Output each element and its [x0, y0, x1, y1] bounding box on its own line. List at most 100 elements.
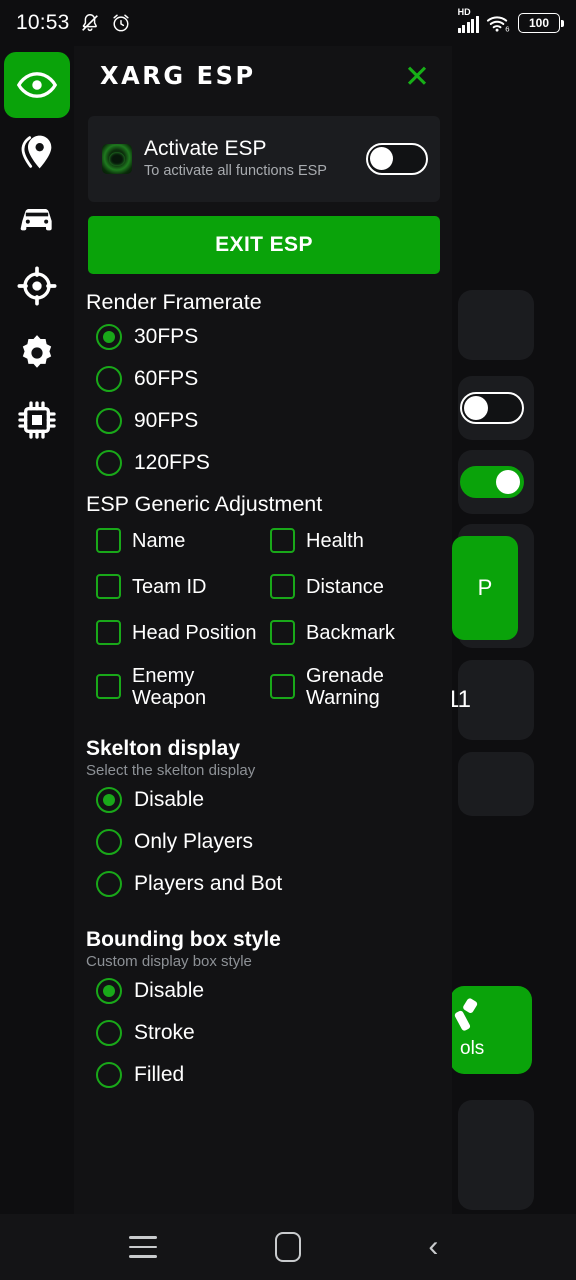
- activate-esp-card[interactable]: Activate ESP To activate all functions E…: [88, 116, 440, 202]
- radio-option-skelton-disable[interactable]: Disable: [86, 779, 438, 821]
- gear-icon: [22, 335, 52, 368]
- status-bar-right: HD 6 100: [457, 7, 564, 33]
- android-nav-bar: ‹: [0, 1214, 576, 1280]
- checkbox-indicator: [96, 574, 121, 600]
- checkbox-indicator: [96, 674, 121, 700]
- page-title: XARG ESP: [100, 61, 256, 91]
- checkbox-option-head-position[interactable]: Head Position: [96, 610, 264, 656]
- screen-root: P 11 ols 10:53 HD 6 100 XARG ESP ✕ Activ…: [0, 0, 576, 1280]
- radio-label: Disable: [134, 787, 205, 811]
- svg-text:6: 6: [505, 25, 509, 33]
- radio-option-stroke[interactable]: Stroke: [86, 1012, 438, 1054]
- radio-label: 60FPS: [134, 366, 199, 390]
- background-green-button[interactable]: P: [452, 536, 518, 640]
- checkbox-option-backmark[interactable]: Backmark: [270, 610, 438, 656]
- toggle-knob: [464, 396, 488, 420]
- radio-option-120fps[interactable]: 120FPS: [86, 442, 438, 484]
- background-tools-card[interactable]: ols: [450, 986, 532, 1074]
- toggle-knob: [496, 470, 520, 494]
- radio-label: Filled: [134, 1062, 185, 1086]
- radio-option-box-disable[interactable]: Disable: [86, 970, 438, 1012]
- esp-overlay-panel: XARG ESP ✕ Activate ESP To activate all …: [74, 46, 452, 1214]
- section-skelton-display: Skelton display Select the skelton displ…: [74, 736, 452, 905]
- section-subtitle: Select the skelton display: [86, 761, 256, 779]
- checkbox-option-name[interactable]: Name: [96, 518, 264, 564]
- checkbox-option-team-id[interactable]: Team ID: [96, 564, 264, 610]
- status-bar-left: 10:53: [16, 11, 132, 35]
- radio-label: 120FPS: [134, 450, 210, 474]
- checkbox-option-enemy-weapon[interactable]: Enemy Weapon: [96, 656, 264, 718]
- radio-option-only-players[interactable]: Only Players: [86, 821, 438, 863]
- wrench-icon: [454, 998, 478, 1031]
- location-pin-icon: [21, 135, 52, 169]
- panel-body: Activate ESP To activate all functions E…: [74, 116, 452, 1112]
- radio-indicator: [96, 365, 122, 392]
- radio-option-players-and-bot[interactable]: Players and Bot: [86, 863, 438, 905]
- checkbox-label: Distance: [306, 575, 384, 598]
- radio-indicator: [96, 828, 122, 855]
- sidebar-item-aim[interactable]: [4, 253, 70, 319]
- checkbox-option-distance[interactable]: Distance: [270, 564, 438, 610]
- sidebar-item-memory[interactable]: [4, 387, 70, 453]
- background-card[interactable]: [458, 290, 534, 360]
- checkbox-indicator: [270, 574, 295, 600]
- xarg-logo-icon: [102, 144, 132, 174]
- eye-icon: [16, 72, 58, 98]
- back-icon[interactable]: ‹: [406, 1225, 460, 1269]
- checkbox-label: Team ID: [132, 575, 207, 598]
- exit-esp-button[interactable]: EXIT ESP: [88, 216, 440, 274]
- sidebar-item-vehicle[interactable]: [4, 186, 70, 252]
- radio-indicator: [96, 323, 122, 350]
- checkbox-indicator: [96, 620, 121, 646]
- checkbox-indicator: [270, 528, 295, 554]
- activate-esp-text: Activate ESP To activate all functions E…: [144, 137, 354, 181]
- close-icon[interactable]: ✕: [400, 59, 434, 93]
- section-esp-generic-adjustment: ESP Generic Adjustment Name Health Team …: [74, 492, 452, 718]
- background-card[interactable]: [458, 752, 534, 816]
- sidebar-item-esp[interactable]: [4, 52, 70, 118]
- radio-indicator: [96, 449, 122, 476]
- checkbox-indicator: [270, 620, 295, 646]
- radio-indicator: [96, 1019, 122, 1046]
- checkbox-option-grenade-warning[interactable]: Grenade Warning: [270, 656, 438, 718]
- battery-level: 100: [528, 16, 550, 30]
- radio-option-90fps[interactable]: 90FPS: [86, 400, 438, 442]
- radio-option-30fps[interactable]: 30FPS: [86, 316, 438, 358]
- radio-indicator: [96, 870, 122, 897]
- radio-label: Players and Bot: [134, 871, 283, 895]
- background-toggle-on[interactable]: [460, 466, 524, 498]
- radio-label: 30FPS: [134, 324, 199, 348]
- radio-option-60fps[interactable]: 60FPS: [86, 358, 438, 400]
- recents-icon[interactable]: [116, 1225, 170, 1269]
- checkbox-label: Health: [306, 529, 364, 552]
- wifi-6-icon: 6: [486, 16, 510, 33]
- section-subtitle: Custom display box style: [86, 952, 252, 970]
- section-bounding-box-style: Bounding box style Custom display box st…: [74, 927, 452, 1096]
- radio-indicator: [96, 786, 122, 813]
- activate-esp-subtitle: To activate all functions ESP: [144, 163, 327, 180]
- radio-label: 90FPS: [134, 408, 199, 432]
- checkbox-label: Head Position: [132, 621, 257, 644]
- background-toggle-off[interactable]: [460, 392, 524, 424]
- activate-esp-title: Activate ESP: [144, 136, 267, 160]
- radio-option-filled[interactable]: Filled: [86, 1054, 438, 1096]
- home-icon[interactable]: [261, 1225, 315, 1269]
- checkbox-label: Enemy Weapon: [132, 664, 207, 709]
- section-title: Skelton display: [86, 736, 241, 760]
- radio-indicator: [96, 1061, 122, 1088]
- panel-header: XARG ESP ✕: [74, 46, 452, 106]
- section-title: Bounding box style: [86, 927, 281, 951]
- sidebar: [0, 46, 74, 1214]
- sidebar-item-settings[interactable]: [4, 320, 70, 386]
- signal-bars-icon: HD: [457, 7, 479, 33]
- checkbox-label: Name: [132, 529, 186, 552]
- radio-label: Disable: [134, 978, 205, 1002]
- sidebar-item-location[interactable]: [4, 119, 70, 185]
- background-card[interactable]: [458, 1100, 534, 1210]
- bell-mute-icon: [81, 14, 98, 32]
- checkbox-label: Grenade Warning: [306, 664, 384, 709]
- battery-icon: 100: [518, 13, 564, 33]
- activate-esp-toggle[interactable]: [366, 143, 428, 175]
- checkbox-option-health[interactable]: Health: [270, 518, 438, 564]
- section-title: ESP Generic Adjustment: [86, 491, 323, 516]
